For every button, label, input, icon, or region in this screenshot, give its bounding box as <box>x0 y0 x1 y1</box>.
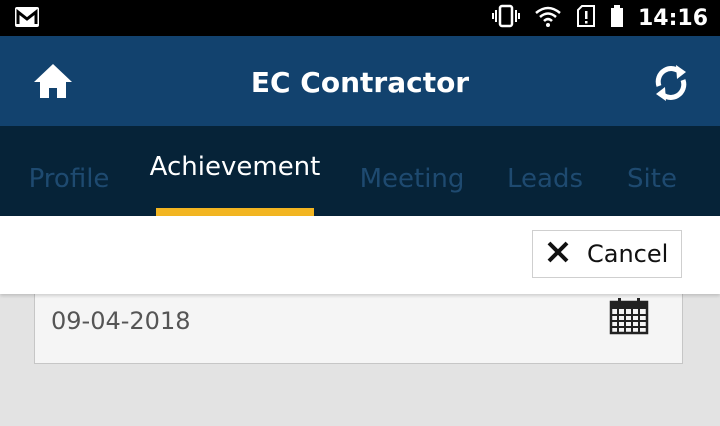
gmail-icon <box>14 6 40 33</box>
tab-bar: Profile Achievement Meeting Leads Site <box>0 126 720 216</box>
vibrate-icon <box>491 4 520 33</box>
app-bar: EC Contractor <box>0 36 720 126</box>
tab-leads[interactable]: Leads <box>500 126 590 216</box>
tab-meeting[interactable]: Meeting <box>354 126 470 216</box>
tab-achievement[interactable]: Achievement <box>150 126 321 216</box>
sim-alert-icon <box>576 4 596 33</box>
status-time: 14:16 <box>637 5 708 31</box>
battery-icon <box>610 4 624 33</box>
date-value: 09-04-2018 <box>51 307 191 335</box>
tab-site[interactable]: Site <box>620 126 684 216</box>
refresh-icon[interactable] <box>650 62 692 104</box>
calendar-icon[interactable] <box>609 297 649 335</box>
status-bar: 14:16 <box>0 0 720 36</box>
app-title: EC Contractor <box>250 66 470 99</box>
wifi-icon <box>534 4 562 33</box>
action-bar: Cancel <box>0 216 720 294</box>
cancel-button[interactable]: Cancel <box>532 230 682 278</box>
tab-profile[interactable]: Profile <box>18 126 120 216</box>
date-field[interactable]: 09-04-2018 <box>34 282 683 364</box>
close-icon <box>547 241 569 268</box>
active-tab-indicator <box>156 208 314 216</box>
cancel-label: Cancel <box>587 240 669 268</box>
